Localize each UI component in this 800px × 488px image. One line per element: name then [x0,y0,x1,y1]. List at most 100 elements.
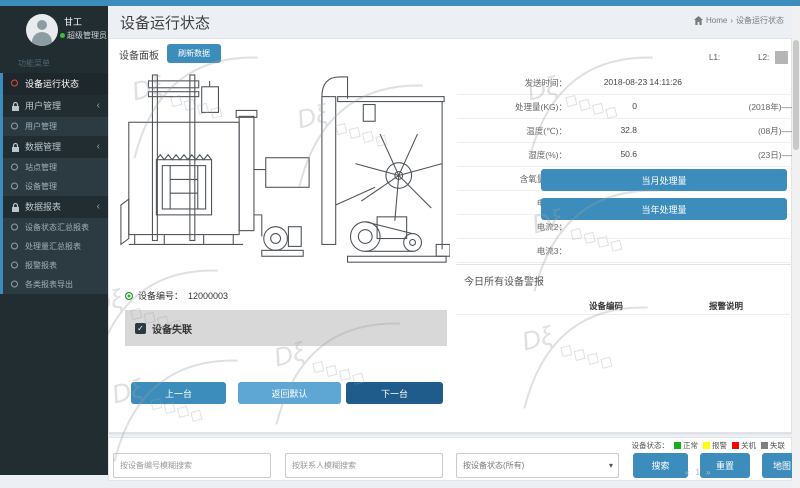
legend-alarm: 报警 [703,440,727,451]
legend-label: 设备状态： [632,440,670,451]
sidebar-item-label: 设备运行状态 [25,79,79,89]
chevron-left-icon: ‹ [97,196,100,218]
circle-icon [11,122,20,131]
breadcrumb-current: 设备运行状态 [736,15,784,26]
metric-value: 0 [572,101,637,111]
sidebar-item-user-mgmt-sub[interactable]: 用户管理 [3,117,108,136]
app-window: 甘工 超级管理员 功能菜单 设备运行状态 用户管理 ‹ [0,0,800,488]
equipment-diagram [115,67,450,279]
circle-icon [11,182,20,191]
pagination-next[interactable]: » [706,468,710,477]
pagination-prev[interactable]: « [685,468,689,477]
circle-icon [11,242,20,251]
sidebar-item-export-report[interactable]: 各类报表导出 [3,275,108,294]
sidebar-item-user-mgmt[interactable]: 用户管理 ‹ [3,95,108,117]
metric-row: 发送时间： 2018-08-23 14:11:26 处理量累计： [457,71,800,95]
sidebar-item-volume-report[interactable]: 处理量汇总报表 [3,237,108,256]
metric-value: 32.8 [572,125,637,135]
sidebar-item-label: 报警报表 [25,261,57,270]
submenu-data: 站点管理 设备管理 [3,158,108,196]
sidebar-item-alarm-report[interactable]: 报警报表 [3,256,108,275]
legend-offline: 失联 [761,440,785,451]
status-filter-value: 按设备状态(所有) [463,461,524,470]
contact-search-input[interactable] [285,453,443,478]
breadcrumb-home[interactable]: Home [706,16,727,25]
circle-icon [11,80,20,89]
user-role: 超级管理员 [60,30,107,41]
scrollbar-thumb[interactable] [793,40,799,150]
sidebar-item-label: 用户管理 [25,122,57,131]
status-filter-select[interactable]: 按设备状态(所有) ▾ [456,453,619,478]
sidebar: 甘工 超级管理员 功能菜单 设备运行状态 用户管理 ‹ [0,6,108,475]
sidebar-item-label: 数据管理 [25,142,61,152]
metric-label: 电流2： [457,221,567,233]
top-navbar [0,0,800,6]
chevron-left-icon: ‹ [97,136,100,158]
metric-row: 电流3： [457,239,800,263]
metric-value: 2018-08-23 14:11:26 [572,77,682,87]
sidebar-menu: 设备运行状态 用户管理 ‹ 用户管理 数据管理 ‹ [0,73,108,294]
sidebar-item-status-report[interactable]: 设备状态汇总报表 [3,218,108,237]
lock-icon [11,203,20,212]
device-number-row: 设备编号： 12000003 [125,289,228,302]
sidebar-item-label: 用户管理 [25,101,61,111]
metric-label: 处理量(KG)： [457,101,567,113]
device-panel-title: 设备面板 [119,47,159,62]
alarms-table-header: 设备编码 报警说明 时间 编码 [456,297,800,315]
user-role-label: 超级管理员 [67,30,107,41]
lock-icon [11,143,20,152]
avatar-body-shape [32,32,52,46]
legend-normal: 正常 [674,440,698,451]
refresh-data-button[interactable]: 刷新数据 [167,44,221,63]
circle-icon [11,223,20,232]
metric-row: 温度(℃)： 32.8 (08月)——月度(KG)： 0 [457,119,800,143]
alarms-section: 今日所有设备警报 设备编码 报警说明 时间 编码 [456,264,800,364]
sidebar-item-site-mgmt[interactable]: 站点管理 [3,158,108,177]
yellow-square-icon [703,442,710,449]
green-square-icon [674,442,681,449]
total-label: (2018年)——年度(KG)： [642,101,800,113]
metric-value: 50.6 [572,149,637,159]
legend-shutdown: 关机 [732,440,756,451]
alarms-title: 今日所有设备警报 [464,273,544,288]
sidebar-item-label: 设备状态汇总报表 [25,223,89,232]
sidebar-item-device-mgmt[interactable]: 设备管理 [3,177,108,196]
sidebar-item-reports[interactable]: 数据报表 ‹ [3,196,108,218]
breadcrumb: Home › 设备运行状态 [694,15,784,26]
circle-icon [11,261,20,270]
l2-label: L2: [758,53,769,62]
submenu-reports: 设备状态汇总报表 处理量汇总报表 报警报表 各类报表导出 [3,218,108,294]
metric-label: 温度(℃)： [457,125,567,137]
prev-device-button[interactable]: 上一台 [131,382,226,404]
sidebar-item-label: 设备管理 [25,182,57,191]
offline-checkbox[interactable]: ✓ [135,323,146,334]
device-number-value: 12000003 [188,291,228,301]
sidebar-item-device-status[interactable]: 设备运行状态 [3,73,108,95]
metric-label: 发送时间： [457,77,567,89]
status-legend: 设备状态： 正常 报警 关机 失联 [632,440,786,451]
sidebar-item-label: 处理量汇总报表 [25,242,81,251]
circle-icon [11,280,20,289]
submenu-user: 用户管理 [3,117,108,136]
online-status-icon [60,33,65,38]
month-volume-button[interactable]: 当月处理量 [541,169,787,191]
page-title: 设备运行状态 [120,12,210,33]
offline-label: 设备失联 [152,321,192,336]
year-volume-button[interactable]: 当年处理量 [541,198,787,220]
l1-label: L1: [709,53,720,62]
chevron-left-icon: ‹ [97,95,100,117]
scrollbar[interactable] [792,6,800,488]
device-online-icon [125,292,133,300]
next-device-button[interactable]: 下一台 [346,382,443,404]
sidebar-item-label: 各类报表导出 [25,280,73,289]
offline-alert-bar: ✓ 设备失联 [125,310,447,346]
metric-row: 湿度(%)： 50.6 (23日)——今日(KG)： 0 [457,143,800,167]
return-default-button[interactable]: 返回默认 [238,382,341,404]
device-number-search-input[interactable] [113,453,271,478]
device-number-label: 设备编号： [138,289,183,302]
search-button[interactable]: 搜索 [633,453,688,478]
pagination-page[interactable]: 1 [695,468,699,477]
user-panel: 甘工 超级管理员 [0,6,108,50]
sidebar-item-data-mgmt[interactable]: 数据管理 ‹ [3,136,108,158]
l2-status-indicator [775,51,788,64]
